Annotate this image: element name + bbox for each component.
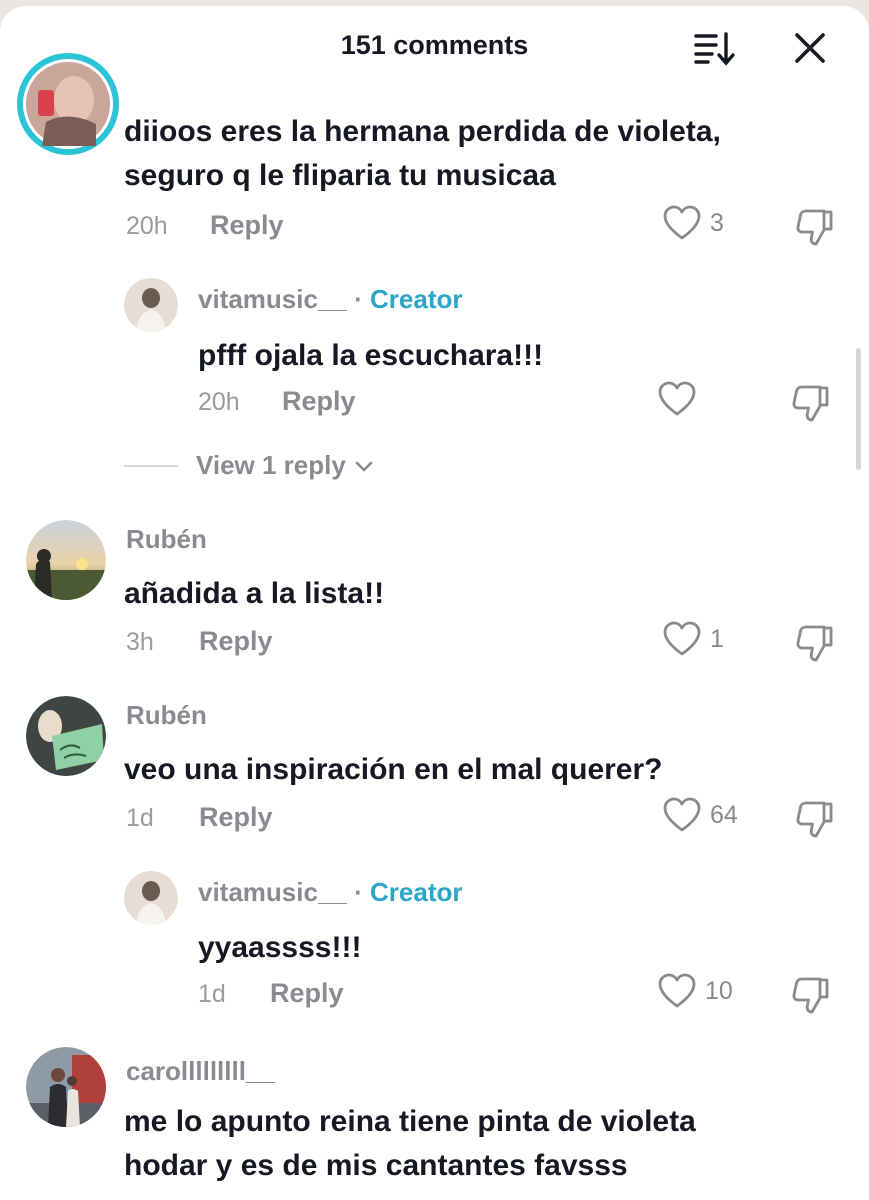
comment-username[interactable]: Rubén	[126, 524, 207, 555]
heart-icon	[663, 621, 701, 656]
comment-username: vitamusic__ · Creator	[198, 877, 462, 908]
separator-dot: ·	[354, 877, 370, 907]
avatar[interactable]	[124, 871, 178, 925]
divider-line	[124, 464, 178, 467]
thumbs-down-icon	[796, 625, 833, 662]
like-button[interactable]: 64	[662, 796, 738, 834]
heart-icon	[658, 973, 696, 1008]
comment-time: 20h	[198, 388, 240, 416]
comment-text: diioos eres la hermana perdida de violet…	[124, 115, 721, 148]
comment-time: 1d	[198, 980, 226, 1008]
view-replies-button[interactable]: View 1 reply	[124, 450, 376, 481]
like-button[interactable]: 1	[662, 620, 724, 658]
reply-button[interactable]: Reply	[199, 802, 273, 833]
thumbs-down-icon	[792, 977, 829, 1014]
heart-icon	[663, 205, 701, 240]
close-icon	[795, 33, 825, 63]
reply-button[interactable]: Reply	[270, 978, 344, 1009]
username-text[interactable]: vitamusic__	[198, 284, 347, 314]
dislike-button[interactable]	[790, 974, 832, 1016]
view-replies-label: View 1 reply	[196, 450, 346, 480]
close-button[interactable]	[788, 26, 832, 70]
creator-badge: Creator	[370, 877, 463, 907]
avatar[interactable]	[26, 520, 106, 600]
comment-text: pfff ojala la escuchara!!!	[198, 339, 544, 372]
reply-button[interactable]: Reply	[210, 210, 284, 241]
like-count: 3	[710, 208, 724, 237]
chevron-down-icon	[355, 461, 373, 471]
avatar[interactable]	[124, 278, 178, 332]
comment-text: seguro q le fliparia tu musicaa	[124, 159, 556, 192]
comment-time: 20h	[126, 212, 168, 240]
comment-time: 3h	[126, 628, 154, 656]
scrollbar[interactable]	[856, 348, 861, 470]
like-count: 10	[705, 976, 733, 1005]
heart-icon	[663, 797, 701, 832]
like-button[interactable]	[657, 380, 705, 418]
reply-button[interactable]: Reply	[282, 386, 356, 417]
dislike-button[interactable]	[790, 382, 832, 424]
sort-button[interactable]	[690, 26, 738, 70]
comments-count-title: 151 comments	[340, 30, 529, 60]
like-count: 1	[710, 624, 724, 653]
comment-text: yyaassss!!!	[198, 931, 362, 964]
like-button[interactable]: 3	[662, 204, 724, 242]
like-button[interactable]: 10	[657, 972, 733, 1010]
comment-username[interactable]: carolllllllll__	[126, 1056, 275, 1087]
comment-text: veo una inspiración en el mal querer?	[124, 753, 663, 786]
creator-badge: Creator	[370, 284, 463, 314]
comment-text: hodar y es de mis cantantes favsss	[124, 1149, 628, 1182]
heart-icon	[658, 381, 696, 416]
avatar[interactable]	[26, 696, 106, 776]
separator-dot: ·	[354, 284, 370, 314]
dislike-button[interactable]	[794, 206, 836, 248]
thumbs-down-icon	[792, 385, 829, 422]
thumbs-down-icon	[796, 801, 833, 838]
like-count: 64	[710, 800, 738, 829]
sort-icon	[694, 32, 735, 66]
dislike-button[interactable]	[794, 622, 836, 664]
comment-text: añadida a la lista!!	[124, 577, 385, 610]
comments-sheet: 151 comments diioos eres la hermana perd…	[0, 6, 869, 1200]
comment-username[interactable]: Rubén	[126, 700, 207, 731]
reply-button[interactable]: Reply	[199, 626, 273, 657]
username-text[interactable]: vitamusic__	[198, 877, 347, 907]
dislike-button[interactable]	[794, 798, 836, 840]
comment-time: 1d	[126, 804, 154, 832]
comments-header: 151 comments	[0, 6, 869, 86]
thumbs-down-icon	[796, 209, 833, 246]
comment-username: vitamusic__ · Creator	[198, 284, 462, 315]
comment-text: me lo apunto reina tiene pinta de violet…	[124, 1105, 696, 1138]
avatar[interactable]	[16, 52, 120, 156]
avatar[interactable]	[26, 1047, 106, 1127]
